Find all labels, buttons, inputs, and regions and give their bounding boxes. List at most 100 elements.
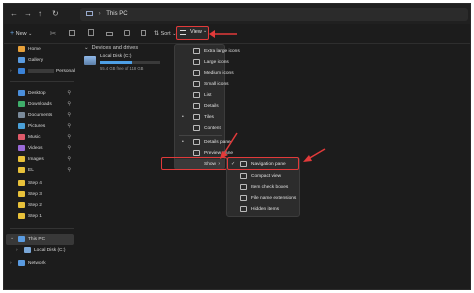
sort-button-label: Sort <box>160 31 171 37</box>
menu-item-label: List <box>204 93 212 98</box>
chevron-down-icon: ⌄ <box>84 45 89 51</box>
drive-icon <box>24 246 31 253</box>
view-icon <box>180 30 186 35</box>
sidebar-item-label: Personal <box>56 69 75 74</box>
content-icon <box>193 124 200 131</box>
menu-item-large-icons[interactable]: Large icons <box>175 57 229 68</box>
sidebar-item-label: Images <box>28 157 44 162</box>
new-button[interactable]: + New ⌄ <box>10 29 32 39</box>
checkbox-icon <box>240 183 247 190</box>
local-disk-tile[interactable]: Local Disk (C:) 55.4 GB free of 118 GB <box>84 54 164 76</box>
cut-icon[interactable]: ✂ <box>48 29 58 39</box>
sidebar-item-onedrive[interactable]: › Personal <box>6 66 75 77</box>
this-pc-icon <box>18 235 25 242</box>
list-icon <box>193 91 200 98</box>
menu-item-label: Large icons <box>204 60 229 65</box>
sidebar-item-downloads[interactable]: Downloads ⚲ <box>6 99 74 110</box>
hidden-items-icon <box>240 205 247 212</box>
menu-item-tiles[interactable]: • Tiles <box>175 112 224 123</box>
sidebar-item-this-pc[interactable]: ⌄ This PC <box>6 234 74 245</box>
menu-item-label: Tiles <box>204 115 214 120</box>
menu-item-list[interactable]: List <box>175 90 224 101</box>
menu-item-label: Extra large icons <box>204 49 240 54</box>
menu-item-compact-view[interactable]: Compact view <box>227 171 299 182</box>
menu-item-small-icons[interactable]: Small icons <box>175 79 229 90</box>
sidebar-item-gallery[interactable]: Gallery <box>6 55 74 66</box>
drive-icon <box>84 56 96 65</box>
rename-icon[interactable] <box>104 29 114 39</box>
sidebar-item-network[interactable]: › Network <box>6 258 74 269</box>
sidebar-item-desktop[interactable]: Desktop ⚲ <box>6 88 74 99</box>
menu-item-extra-large-icons[interactable]: Extra large icons <box>175 46 240 57</box>
sidebar-item-label: Documents <box>28 113 53 118</box>
chevron-down-icon: ⌄ <box>10 236 15 241</box>
sidebar-item-label: Step 4 <box>28 181 42 186</box>
menu-item-medium-icons[interactable]: Medium icons <box>175 68 234 79</box>
sidebar-item-step-1[interactable]: Step 1 <box>6 211 74 222</box>
sidebar-item-label: This PC <box>28 237 46 242</box>
folder-icon <box>18 190 25 197</box>
menu-item-label: Medium icons <box>204 71 234 76</box>
forward-arrow-icon[interactable]: → <box>24 9 32 19</box>
compact-view-icon <box>240 172 247 179</box>
file-explorer-window: ← → ↑ ↻ › This PC + New ⌄ ✂ ⇅ Sort ⌄ Vie… <box>3 3 471 290</box>
refresh-icon[interactable]: ↻ <box>52 9 59 19</box>
sidebar-item-label: Local Disk (C:) <box>34 248 66 253</box>
sidebar-item-pictures[interactable]: Pictures ⚲ <box>6 121 74 132</box>
sidebar-item-documents[interactable]: Documents ⚲ <box>6 110 74 121</box>
address-bar[interactable]: › This PC <box>80 8 468 21</box>
sidebar-item-home[interactable]: Home <box>6 44 74 55</box>
sidebar-item-label: Videos <box>28 146 43 151</box>
sidebar-item-local-disk[interactable]: › Local Disk (C:) <box>6 245 74 256</box>
sidebar-item-label: Network <box>28 261 46 266</box>
music-icon <box>18 133 25 140</box>
tiles-icon <box>193 113 200 120</box>
monitor-icon <box>86 10 93 16</box>
pin-icon: ⚲ <box>67 123 71 129</box>
sidebar-item-label: Step 3 <box>28 192 42 197</box>
chevron-down-icon: ⌄ <box>28 31 33 37</box>
sidebar-item-videos[interactable]: Videos ⚲ <box>6 143 74 154</box>
sort-button[interactable]: ⇅ Sort ⌄ <box>154 29 176 39</box>
home-icon <box>18 45 25 52</box>
chevron-right-icon: › <box>10 261 12 266</box>
details-pane-icon <box>193 138 200 145</box>
menu-item-hidden-items[interactable]: Hidden items <box>227 204 299 215</box>
devices-section-header[interactable]: ⌄ Devices and drives <box>84 45 138 51</box>
drive-usage-fill <box>100 61 132 64</box>
cloud-icon <box>18 67 25 74</box>
paste-icon[interactable] <box>86 29 96 39</box>
sidebar-item-step-2[interactable]: Step 2 <box>6 200 74 211</box>
annotation-arrow-view <box>209 30 237 38</box>
copy-icon[interactable] <box>67 29 77 39</box>
chevron-right-icon: › <box>16 248 18 253</box>
menu-item-item-check-boxes[interactable]: Item check boxes <box>227 182 299 193</box>
menu-item-label: File name extensions <box>251 196 297 201</box>
up-arrow-icon[interactable]: ↑ <box>38 9 42 19</box>
sidebar-item-images[interactable]: Images ⚲ <box>6 154 74 165</box>
sidebar-item-step-4[interactable]: Step 4 <box>6 178 74 189</box>
sidebar-item-music[interactable]: Music ⚲ <box>6 132 74 143</box>
menu-item-details[interactable]: Details <box>175 101 224 112</box>
pin-icon: ⚲ <box>67 134 71 140</box>
sort-icon: ⇅ <box>154 31 160 37</box>
folder-icon <box>18 212 25 219</box>
menu-item-label: Item check boxes <box>251 185 289 190</box>
sidebar-divider <box>10 81 74 82</box>
pin-icon: ⚲ <box>67 101 71 107</box>
share-icon[interactable] <box>122 29 132 39</box>
sidebar-item-label: Step 2 <box>28 203 42 208</box>
desktop-icon <box>18 89 25 96</box>
sidebar-item-el[interactable]: EL ⚲ <box>6 165 74 176</box>
sidebar-item-step-3[interactable]: Step 3 <box>6 189 74 200</box>
menu-item-file-name-extensions[interactable]: File name extensions <box>227 193 299 204</box>
sidebar-item-label: EL <box>28 168 34 173</box>
pin-icon: ⚲ <box>67 112 71 118</box>
menu-separator <box>179 135 222 136</box>
details-icon <box>193 102 200 109</box>
section-title: Devices and drives <box>91 45 139 51</box>
back-arrow-icon[interactable]: ← <box>10 9 18 19</box>
drive-name: Local Disk (C:) <box>100 54 132 59</box>
delete-icon[interactable] <box>138 29 148 39</box>
folder-icon <box>18 155 25 162</box>
